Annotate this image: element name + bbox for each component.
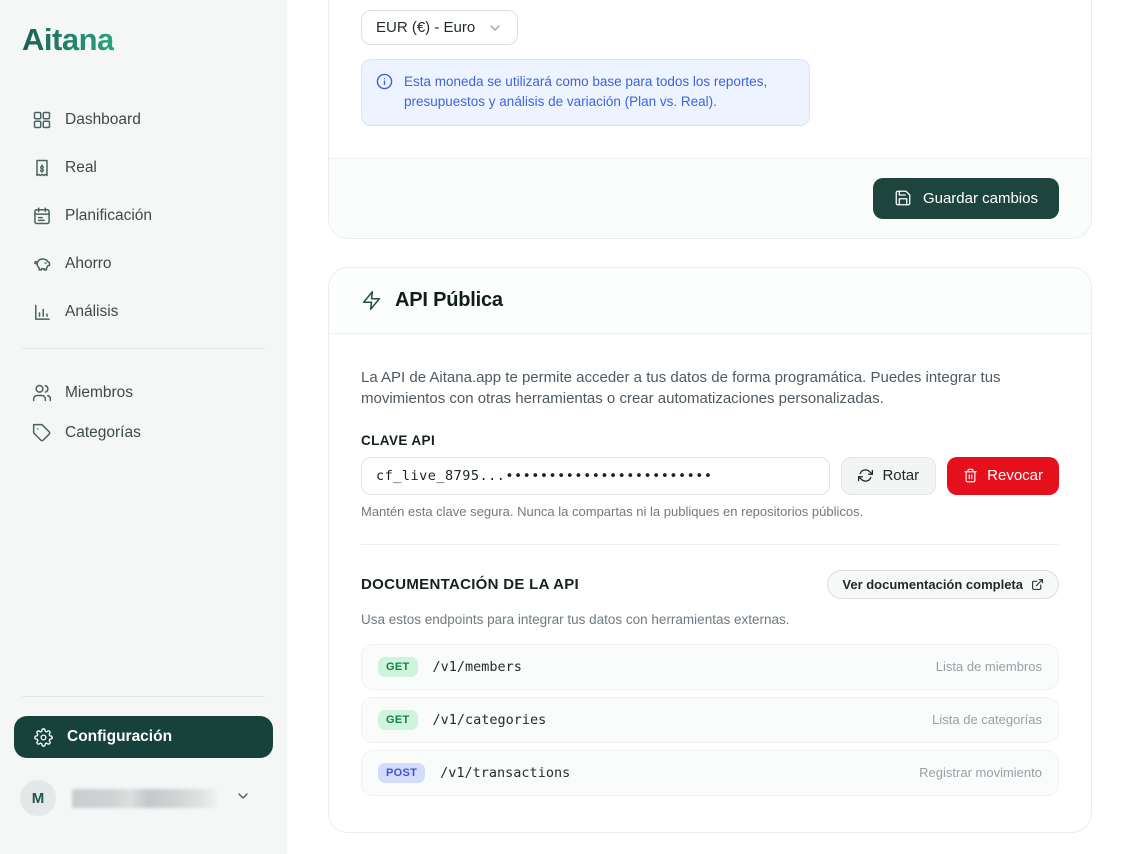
gear-icon bbox=[34, 728, 53, 747]
view-docs-button[interactable]: Ver documentación completa bbox=[827, 570, 1059, 599]
zap-icon bbox=[361, 290, 382, 311]
endpoint-row: POST /v1/transactions Registrar movimien… bbox=[361, 750, 1059, 796]
sidebar: Aitana Dashboard Real Planificación Ahor… bbox=[0, 0, 287, 854]
rotate-key-button[interactable]: Rotar bbox=[841, 457, 936, 495]
chevron-down-icon bbox=[235, 788, 251, 809]
currency-info-text: Esta moneda se utilizará como base para … bbox=[404, 72, 795, 113]
http-method-badge: GET bbox=[378, 657, 418, 677]
endpoints-list: GET /v1/members Lista de miembros GET /v… bbox=[361, 644, 1059, 796]
sidebar-item-label: Análisis bbox=[65, 303, 118, 321]
api-key-label: CLAVE API bbox=[361, 433, 1059, 448]
sidebar-item-label: Dashboard bbox=[65, 111, 141, 129]
currency-settings-card: EUR (€) - Euro Esta moneda se utilizará … bbox=[328, 0, 1092, 239]
save-icon bbox=[894, 189, 912, 207]
api-intro-text: La API de Aitana.app te permite acceder … bbox=[361, 367, 1059, 409]
calendar-icon bbox=[32, 206, 52, 226]
secondary-nav: Miembros Categorías bbox=[0, 375, 287, 455]
dashboard-icon bbox=[32, 110, 52, 130]
trash-icon bbox=[963, 468, 978, 483]
user-name-redacted bbox=[72, 789, 217, 808]
info-icon bbox=[376, 72, 393, 113]
sidebar-divider bbox=[22, 348, 265, 349]
sidebar-item-label: Miembros bbox=[65, 384, 133, 402]
primary-nav: Dashboard Real Planificación Ahorro Anál… bbox=[0, 98, 287, 338]
currency-info-box: Esta moneda se utilizará como base para … bbox=[361, 59, 810, 126]
sidebar-item-real[interactable]: Real bbox=[14, 146, 273, 190]
api-card-header: API Pública bbox=[329, 268, 1091, 334]
sidebar-item-label: Ahorro bbox=[65, 255, 112, 273]
section-divider bbox=[361, 544, 1059, 545]
save-button[interactable]: Guardar cambios bbox=[873, 178, 1059, 219]
configuracion-button[interactable]: Configuración bbox=[14, 716, 273, 758]
endpoint-path: /v1/members bbox=[433, 659, 522, 675]
sidebar-bottom: Configuración M bbox=[0, 696, 287, 854]
endpoint-path: /v1/categories bbox=[433, 712, 547, 728]
user-menu[interactable]: M bbox=[20, 780, 273, 816]
http-method-badge: GET bbox=[378, 710, 418, 730]
endpoint-row: GET /v1/members Lista de miembros bbox=[361, 644, 1059, 690]
endpoint-row: GET /v1/categories Lista de categorías bbox=[361, 697, 1059, 743]
revoke-key-button[interactable]: Revocar bbox=[947, 457, 1059, 495]
sidebar-divider bbox=[22, 696, 265, 697]
currency-card-footer: Guardar cambios bbox=[329, 158, 1091, 238]
currency-select-value: EUR (€) - Euro bbox=[376, 19, 475, 36]
piggy-bank-icon bbox=[32, 254, 52, 274]
currency-select[interactable]: EUR (€) - Euro bbox=[361, 10, 518, 45]
tag-icon bbox=[32, 423, 52, 443]
view-docs-label: Ver documentación completa bbox=[842, 577, 1023, 592]
external-link-icon bbox=[1031, 578, 1044, 591]
sidebar-item-label: Planificación bbox=[65, 207, 152, 225]
sidebar-item-miembros[interactable]: Miembros bbox=[14, 375, 273, 411]
users-icon bbox=[32, 383, 52, 403]
api-key-help-text: Mantén esta clave segura. Nunca la compa… bbox=[361, 504, 1059, 519]
sidebar-item-planificacion[interactable]: Planificación bbox=[14, 194, 273, 238]
avatar: M bbox=[20, 780, 56, 816]
rotate-button-label: Rotar bbox=[882, 467, 919, 484]
sidebar-item-dashboard[interactable]: Dashboard bbox=[14, 98, 273, 142]
http-method-badge: POST bbox=[378, 763, 425, 783]
docs-header-row: DOCUMENTACIÓN DE LA API Ver documentació… bbox=[361, 570, 1059, 599]
docs-help-text: Usa estos endpoints para integrar tus da… bbox=[361, 612, 1059, 627]
api-publica-card: API Pública La API de Aitana.app te perm… bbox=[328, 267, 1092, 833]
app-logo: Aitana bbox=[22, 22, 114, 58]
main-content: EUR (€) - Euro Esta moneda se utilizará … bbox=[328, 0, 1092, 854]
api-key-input[interactable] bbox=[361, 457, 830, 495]
save-button-label: Guardar cambios bbox=[923, 190, 1038, 207]
chevron-down-icon bbox=[487, 20, 503, 36]
api-key-row: Rotar Revocar bbox=[361, 457, 1059, 495]
sidebar-item-label: Real bbox=[65, 159, 97, 177]
endpoint-path: /v1/transactions bbox=[440, 765, 570, 781]
receipt-icon bbox=[32, 158, 52, 178]
endpoint-description: Registrar movimiento bbox=[919, 765, 1042, 780]
bar-chart-icon bbox=[32, 302, 52, 322]
configuracion-label: Configuración bbox=[67, 728, 172, 746]
endpoint-description: Lista de miembros bbox=[936, 659, 1042, 674]
revoke-button-label: Revocar bbox=[987, 467, 1043, 484]
sidebar-item-ahorro[interactable]: Ahorro bbox=[14, 242, 273, 286]
sidebar-item-categorias[interactable]: Categorías bbox=[14, 415, 273, 451]
endpoint-description: Lista de categorías bbox=[932, 712, 1042, 727]
refresh-icon bbox=[858, 468, 873, 483]
api-card-title: API Pública bbox=[395, 289, 503, 312]
sidebar-item-label: Categorías bbox=[65, 424, 141, 442]
sidebar-item-analisis[interactable]: Análisis bbox=[14, 290, 273, 334]
docs-section-label: DOCUMENTACIÓN DE LA API bbox=[361, 576, 579, 593]
